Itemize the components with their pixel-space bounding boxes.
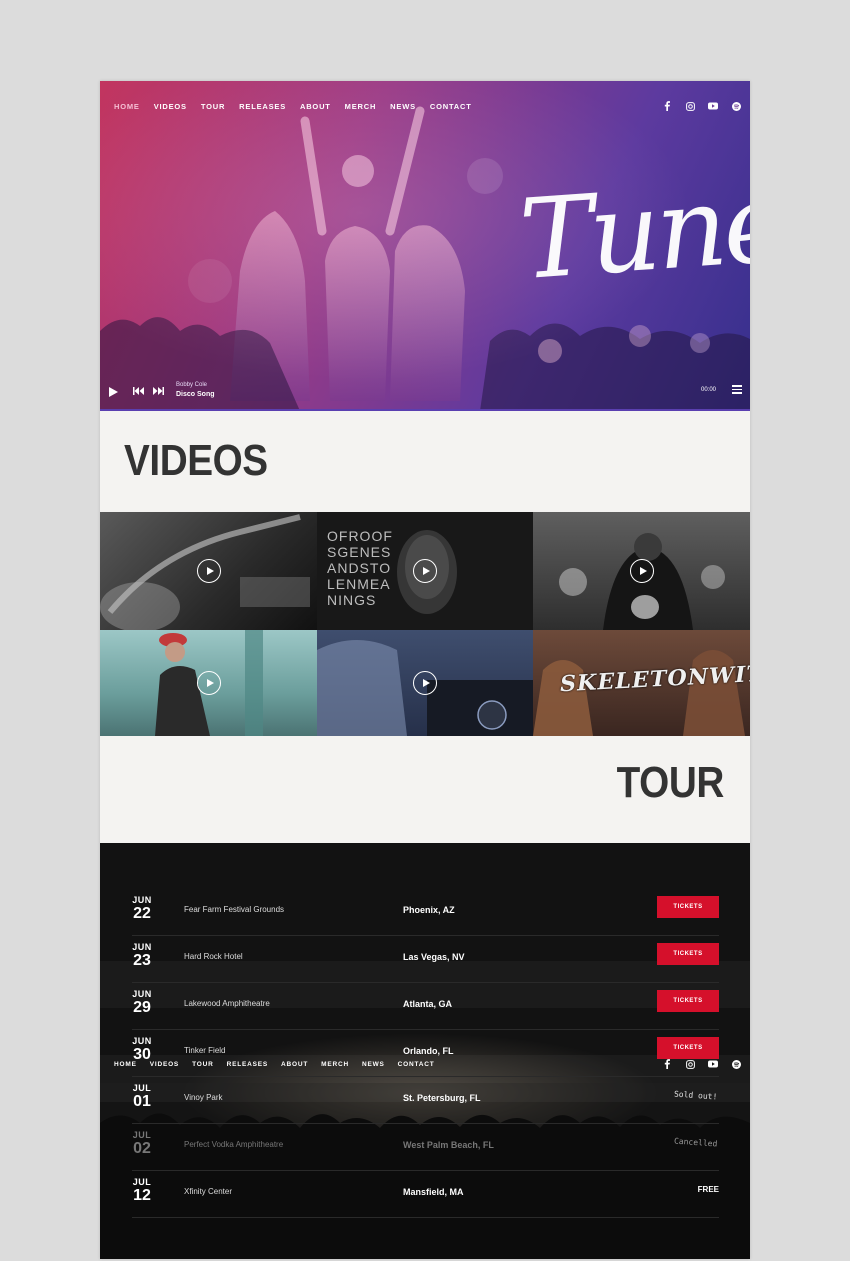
- tour-date-row: JUN 29 Lakewood Amphitheatre Atlanta, GA TIC…: [132, 983, 719, 1030]
- venue-city: St. Petersburg, FL: [403, 1093, 481, 1103]
- previous-icon[interactable]: [133, 387, 144, 398]
- next-icon[interactable]: [153, 387, 164, 398]
- nav-tour[interactable]: TOUR: [192, 1061, 214, 1068]
- nav-news[interactable]: NEWS: [390, 102, 416, 111]
- nav-merch[interactable]: MERCH: [321, 1061, 349, 1068]
- venue-name: Perfect Vodka Amphitheatre: [184, 1140, 284, 1149]
- tickets-button[interactable]: TICKETS: [657, 1037, 719, 1059]
- social-links: [650, 100, 742, 112]
- playlist-icon[interactable]: [732, 385, 742, 394]
- venue-city: Las Vegas, NV: [403, 952, 465, 962]
- play-video-icon[interactable]: [629, 559, 654, 583]
- facebook-icon[interactable]: [661, 1058, 673, 1070]
- youtube-icon[interactable]: [707, 1058, 719, 1070]
- sticky-social-links: [650, 1058, 742, 1070]
- nav-merch[interactable]: MERCH: [345, 102, 377, 111]
- track-time: 00:00: [700, 387, 716, 393]
- play-video-icon[interactable]: [196, 559, 221, 583]
- video-tile-band[interactable]: SKELETONWITCH: [533, 630, 750, 736]
- nav-home[interactable]: HOME: [114, 102, 140, 111]
- date-month: JUL: [132, 1130, 152, 1140]
- audio-player: Bobby Cole Disco Song 00:00: [100, 381, 750, 405]
- venue-name: Lakewood Amphitheatre: [184, 999, 270, 1008]
- play-video-icon[interactable]: [413, 671, 437, 695]
- track-artist: Bobby Cole: [176, 382, 208, 388]
- date-day: 01: [133, 1093, 151, 1110]
- brand-logo: Tune: [515, 157, 750, 305]
- track-title: Disco Song: [176, 391, 215, 398]
- tour-date-row: JUN 23 Hard Rock Hotel Las Vegas, NV TICKETS: [132, 936, 719, 983]
- play-icon[interactable]: [109, 387, 118, 400]
- page: HOME VIDEOS TOUR RELEASES ABOUT MERCH NE…: [100, 81, 750, 1259]
- spotify-icon[interactable]: [730, 1058, 742, 1070]
- nav-contact[interactable]: CONTACT: [430, 102, 472, 111]
- video-tile-typography[interactable]: OFROOF SGENES ANDSTO LENMEA NINGS: [317, 512, 533, 630]
- facebook-icon[interactable]: [661, 100, 673, 112]
- hero-divider: [100, 409, 750, 411]
- date-month: JUL: [132, 1177, 152, 1187]
- sticky-nav: HOME VIDEOS TOUR RELEASES ABOUT MERCH NE…: [114, 1061, 448, 1068]
- tickets-button[interactable]: TICKETS: [657, 943, 719, 965]
- video-tile-dj[interactable]: [317, 630, 533, 736]
- free-label: FREE: [697, 1185, 719, 1194]
- venue-name: Tinker Field: [184, 1046, 226, 1055]
- date-day: 23: [133, 952, 151, 969]
- play-video-icon[interactable]: [196, 671, 221, 695]
- spotify-icon[interactable]: [730, 100, 742, 112]
- nav-releases[interactable]: RELEASES: [239, 102, 286, 111]
- venue-city: Atlanta, GA: [403, 999, 453, 1009]
- hero-section: HOME VIDEOS TOUR RELEASES ABOUT MERCH NE…: [100, 81, 750, 411]
- venue-city: West Palm Beach, FL: [403, 1140, 494, 1150]
- tour-heading: TOUR: [616, 758, 725, 807]
- youtube-icon[interactable]: [707, 100, 719, 112]
- date-month: JUN: [132, 895, 152, 905]
- date-month: JUL: [132, 1083, 152, 1093]
- tour-section: JUN 22 Fear Farm Festival Grounds Phoenix, …: [100, 843, 750, 1259]
- video-tile-street[interactable]: [100, 630, 317, 736]
- venue-city: Orlando, FL: [403, 1046, 454, 1056]
- nav-tour[interactable]: TOUR: [201, 102, 225, 111]
- nav-videos[interactable]: VIDEOS: [150, 1061, 179, 1068]
- nav-contact[interactable]: CONTACT: [398, 1061, 435, 1068]
- date-day: 12: [133, 1187, 151, 1204]
- venue-name: Hard Rock Hotel: [184, 952, 243, 961]
- tour-date-row: JUN 30 Tinker Field Orlando, FL TICKETS: [132, 1030, 719, 1077]
- nav-news[interactable]: NEWS: [362, 1061, 385, 1068]
- play-video-icon[interactable]: [413, 559, 437, 583]
- date-month: JUN: [132, 989, 152, 999]
- status-label: Sold out!: [673, 1089, 718, 1102]
- tour-date-row: JUL 02 Perfect Vodka Amphitheatre West Palm…: [132, 1124, 719, 1171]
- instagram-icon[interactable]: [684, 100, 696, 112]
- date-month: JUN: [132, 1036, 152, 1046]
- tickets-button[interactable]: TICKETS: [657, 990, 719, 1012]
- tickets-button[interactable]: TICKETS: [657, 896, 719, 918]
- tour-date-row: JUN 22 Fear Farm Festival Grounds Phoenix, …: [132, 889, 719, 936]
- date-day: 22: [133, 905, 151, 922]
- tour-date-row: JUL 12 Xfinity Center Mansfield, MA FREE: [132, 1171, 719, 1218]
- nav-home[interactable]: HOME: [114, 1061, 137, 1068]
- date-day: 29: [133, 999, 151, 1016]
- nav-releases[interactable]: RELEASES: [227, 1061, 268, 1068]
- nav-about[interactable]: ABOUT: [281, 1061, 308, 1068]
- video-grid: OFROOF SGENES ANDSTO LENMEA NINGS SKELET…: [100, 512, 750, 736]
- venue-name: Xfinity Center: [184, 1187, 233, 1196]
- venue-city: Phoenix, AZ: [403, 905, 455, 915]
- status-label: Cancelled: [673, 1136, 718, 1149]
- video-tile-crowd[interactable]: [533, 512, 750, 630]
- date-day: 02: [133, 1140, 151, 1157]
- tour-date-row: JUL 01 Vinoy Park St. Petersburg, FL Sold ou…: [132, 1077, 719, 1124]
- nav-about[interactable]: ABOUT: [300, 102, 331, 111]
- main-nav: HOME VIDEOS TOUR RELEASES ABOUT MERCH NE…: [114, 102, 486, 111]
- venue-name: Vinoy Park: [184, 1093, 223, 1102]
- instagram-icon[interactable]: [684, 1058, 696, 1070]
- date-month: JUN: [132, 942, 152, 952]
- venue-name: Fear Farm Festival Grounds: [184, 905, 285, 914]
- video-tile-guitarist[interactable]: [100, 512, 317, 630]
- venue-city: Mansfield, MA: [403, 1187, 464, 1197]
- nav-videos[interactable]: VIDEOS: [154, 102, 187, 111]
- videos-heading: VIDEOS: [124, 436, 268, 485]
